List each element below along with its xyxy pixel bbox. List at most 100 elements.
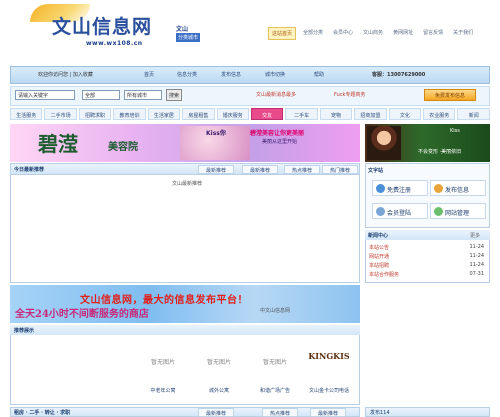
category-bar: 生活服务 二手市场 招聘求职 教育培训 生活家居 房屋租售 婚庆服务 交友 二手… [10, 108, 490, 122]
banner-subtitle: 美容院 [108, 142, 138, 153]
category-item[interactable]: 农业服务 [423, 108, 456, 120]
menu-tab-help[interactable]: 帮助 [306, 70, 332, 80]
category-item[interactable]: 文化 [388, 108, 422, 120]
recommend-item[interactable]: 暂无图片 和谐广场广告 [252, 345, 298, 395]
listing-tab[interactable]: 热门推荐 [322, 165, 358, 174]
register-label: 免费注册 [387, 187, 412, 194]
topnav-home[interactable]: 这站首页 [268, 27, 297, 40]
topnav-business[interactable]: 文山商务 [360, 27, 386, 40]
menu-welcome-text[interactable]: 欢迎你访问您 | 加入收藏 [38, 71, 93, 78]
search-hint-link-2[interactable]: Fuck专题商务 [334, 91, 365, 98]
category-item[interactable]: 二手市场 [44, 108, 77, 120]
post-button[interactable]: 发布信息 [430, 180, 486, 196]
post-label: 发布信息 [445, 187, 470, 194]
side-ad-brand: Kiss [450, 128, 460, 134]
banner-slogan: 碧滢美容让你更美丽 [250, 130, 305, 137]
listing-title: 今日最新推荐 [14, 167, 45, 173]
bottom-tab[interactable]: 热点推荐 [262, 408, 298, 417]
search-icon [376, 207, 385, 216]
category-item[interactable]: 生活服务 [10, 108, 43, 120]
recommend-item[interactable]: 暂无图片 城外公寓 [196, 345, 242, 395]
category-item[interactable]: 新闻 [457, 108, 490, 120]
category-item[interactable]: 二手车 [285, 108, 318, 120]
search-hint-link[interactable]: 文山最新消息最多 [256, 91, 296, 98]
banner-logo: 碧滢 [38, 132, 78, 156]
banner-tagline: 美丽从这里开始 [262, 139, 298, 145]
recommend-caption: 文山金卡公司电话 [308, 388, 349, 394]
category-select[interactable]: 全部 [82, 90, 120, 100]
news-item-date: 11-24 [469, 262, 484, 268]
category-item[interactable]: 婚庆服务 [216, 108, 249, 120]
menu-tab-city[interactable]: 城市切换 [260, 70, 290, 80]
post-info-button[interactable]: 免费发布信息 [424, 89, 476, 101]
news-item[interactable]: 网站开通 11-24 [369, 253, 484, 260]
menu-tab-category[interactable]: 信息分类 [172, 70, 202, 80]
category-item[interactable]: 生活家居 [147, 108, 181, 120]
side-ad-photo [367, 126, 401, 160]
topnav-feedback[interactable]: 留言反馈 [420, 27, 446, 40]
topnav-about[interactable]: 关于我们 [450, 27, 476, 40]
topnav-categories[interactable]: 全部分类 [300, 27, 326, 40]
recommend-caption: 中老年公寓 [150, 388, 176, 394]
news-item-title: 本站公告 [369, 245, 390, 251]
city-select[interactable]: 所有城市 [124, 90, 162, 100]
news-item-title: 网站开通 [369, 254, 390, 260]
promo-caption: 中文山信息网 [260, 308, 291, 314]
news-item-date: 07-31 [469, 271, 484, 277]
logo-city: 文山 [176, 26, 189, 33]
bottom-tab[interactable]: 最新推荐 [198, 408, 234, 417]
placeholder-image: 暂无图片 [150, 359, 175, 366]
category-item[interactable]: 房屋租售 [182, 108, 215, 120]
site-logo[interactable]: 文山信息网 [52, 12, 152, 39]
bottom-side-title: 发布114 [370, 410, 390, 416]
side-ad-slogan: 不会变形 ·美丽依旧 [418, 149, 462, 155]
news-item[interactable]: 本站合作服务 07-31 [369, 271, 484, 278]
listing-empty-text: 文山最新推荐 [172, 181, 203, 187]
category-item[interactable]: 教育培训 [113, 108, 146, 120]
placeholder-image: 暂无图片 [262, 359, 287, 366]
news-item-date: 11-24 [469, 253, 484, 259]
recommend-item[interactable]: 暂无图片 中老年公寓 [140, 345, 186, 395]
news-title: 新闻中心 [368, 233, 389, 239]
topnav-member[interactable]: 会员中心 [330, 27, 356, 40]
manage-label: 网站管理 [445, 210, 470, 217]
bottom-section-title: 租房 · 二手 · 转让 · 求职 [14, 410, 71, 416]
kingkis-logo: KINGKIS [308, 351, 350, 361]
banner-text: Kiss你 [206, 130, 226, 137]
top-nav: 这站首页 全部分类 会员中心 文山商务 黄网网址 留言反馈 关于我们 [268, 27, 476, 40]
phone-label: 客服：13007629000 [372, 72, 426, 78]
promo-subline: 全天24小时不间断服务的商店 [15, 309, 149, 320]
city-switch-badge[interactable]: 分类城市 [176, 33, 201, 42]
register-icon [376, 184, 385, 193]
news-item[interactable]: 本站公告 11-24 [369, 244, 484, 251]
news-item-title: 本站招聘 [369, 263, 390, 269]
category-item[interactable]: 招聘求职 [78, 108, 112, 120]
search-input[interactable]: 请输入关键字 [15, 90, 75, 100]
listing-tab[interactable]: 最新推荐 [198, 165, 234, 174]
news-more-link[interactable]: 更多 [470, 232, 480, 239]
recommend-header [10, 325, 360, 335]
login-button[interactable]: 会员登陆 [372, 203, 428, 219]
menu-tab-post[interactable]: 发布信息 [216, 70, 246, 80]
bottom-tab[interactable]: 最新推荐 [310, 408, 346, 417]
manage-button[interactable]: 网站管理 [430, 203, 486, 219]
listing-tab[interactable]: 最新推荐 [242, 165, 278, 174]
search-button[interactable]: 搜索 [166, 89, 182, 101]
category-item[interactable]: 交友 [250, 108, 284, 120]
category-item[interactable]: 宠物 [319, 108, 353, 120]
recommend-title: 推荐展示 [14, 328, 35, 334]
recommend-caption: 和谐广场广告 [259, 388, 290, 394]
recommend-caption: 城外公寓 [208, 388, 229, 394]
listing-tab[interactable]: 热点推荐 [284, 165, 320, 174]
topnav-links[interactable]: 黄网网址 [390, 27, 416, 40]
recommend-item[interactable]: KINGKIS 文山金卡公司电话 [306, 345, 352, 395]
placeholder-image: 暂无图片 [206, 359, 231, 366]
menu-tab-home[interactable]: 首页 [136, 70, 162, 80]
news-item[interactable]: 本站招聘 11-24 [369, 262, 484, 269]
news-item-title: 本站合作服务 [369, 272, 400, 278]
login-label: 会员登陆 [387, 210, 412, 217]
promo-headline: 文山信息网，最大的信息发布平台！ [80, 295, 248, 306]
register-button[interactable]: 免费注册 [372, 180, 428, 196]
category-item[interactable]: 招商加盟 [354, 108, 387, 120]
post-icon [434, 184, 443, 193]
